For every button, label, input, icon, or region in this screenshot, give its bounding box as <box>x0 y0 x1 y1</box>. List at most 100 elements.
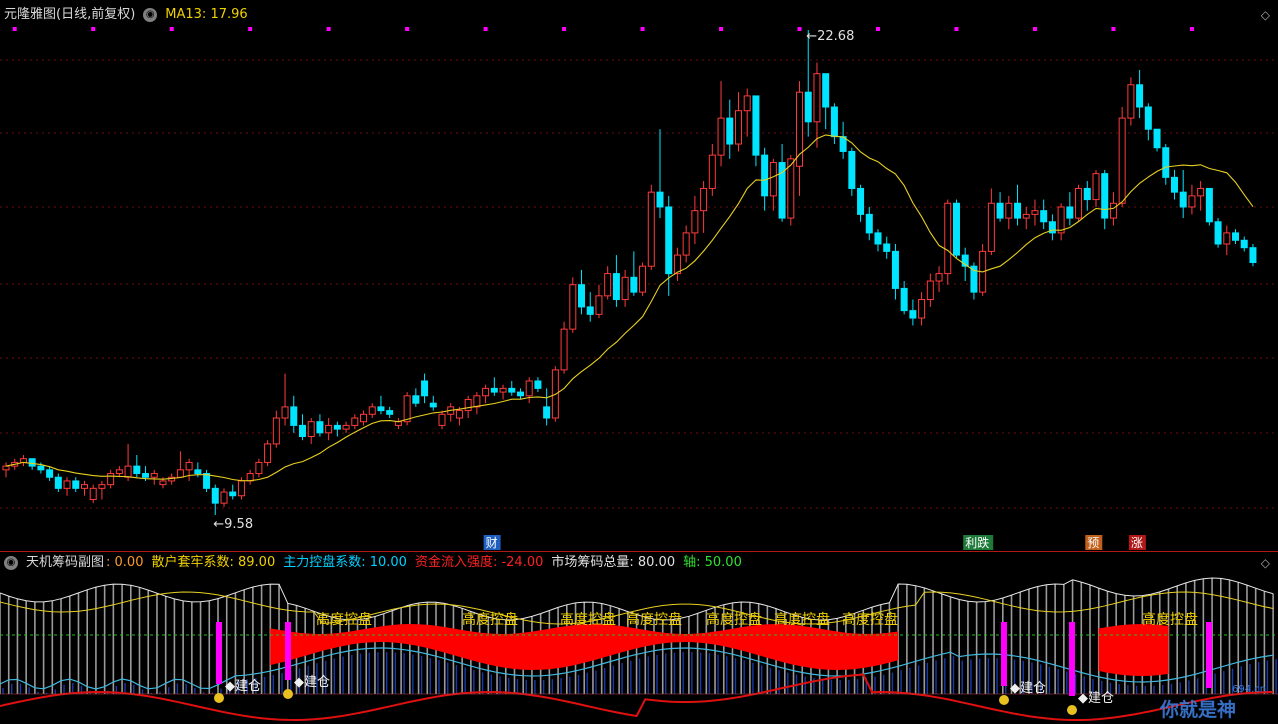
candle-body <box>665 206 673 275</box>
candle-body <box>516 391 524 397</box>
candle-body <box>743 95 751 112</box>
signal-marker <box>954 27 959 31</box>
candle-body <box>281 406 289 419</box>
candle-body <box>298 424 306 438</box>
candle-body <box>804 91 812 123</box>
candlestick-chart: ←22.68 ←9.58 财 利跌 预 涨 <box>0 27 1278 550</box>
candle-body <box>604 273 612 297</box>
collapse-icon[interactable]: ◇ <box>1261 8 1270 22</box>
candle-body <box>639 265 647 293</box>
indicator-item2: 主力控盘系数: 10.00 <box>283 555 407 570</box>
candle-body <box>351 417 359 426</box>
candle-body <box>63 480 71 489</box>
candle-body <box>1022 213 1030 219</box>
candle-body <box>46 469 54 478</box>
candle-body <box>1014 202 1022 219</box>
candle-body <box>1188 195 1196 208</box>
candle-body <box>368 406 376 415</box>
settings-icon[interactable]: ◉ <box>143 7 158 22</box>
watermark-text: 你就是神 <box>1159 698 1236 721</box>
candle-body <box>682 232 690 256</box>
candle-body <box>543 406 551 419</box>
build-bar <box>216 622 222 684</box>
build-label: ◆建仓 <box>225 679 261 694</box>
candle-body <box>830 106 838 138</box>
price-grid <box>0 59 1278 509</box>
control-label: 高度控盘 <box>560 611 616 628</box>
indicator-item3: 资金流入强度: -24.00 <box>414 555 544 570</box>
candle-body <box>1040 210 1048 223</box>
candle-body <box>987 202 995 252</box>
candle-body <box>115 469 123 475</box>
chart-title: 元隆雅图(日线,前复权) <box>4 7 136 22</box>
candle-body <box>98 484 106 489</box>
candle-body <box>1057 206 1065 234</box>
candle-body <box>612 273 620 301</box>
candle-body <box>525 380 533 397</box>
candle-body <box>926 280 934 301</box>
candle-body <box>1153 128 1161 149</box>
build-label: ◆建仓 <box>1010 681 1046 696</box>
candle-body <box>220 491 228 504</box>
candle-body <box>1144 106 1152 130</box>
indicator-value0: : 0.00 <box>106 555 144 570</box>
candle-body <box>124 465 132 478</box>
indicator-settings-icon[interactable]: ◉ <box>4 555 18 570</box>
candle-body <box>89 487 97 500</box>
signal-marker <box>326 27 331 31</box>
candle-body <box>473 395 481 408</box>
ma-label: MA13: 17.96 <box>165 7 248 22</box>
panel-divider <box>0 551 1278 552</box>
candle-body <box>656 191 664 208</box>
candle-body <box>412 395 420 404</box>
candle-body <box>1127 84 1135 119</box>
candle-body <box>647 191 655 267</box>
candle-body <box>421 380 429 397</box>
signal-marker <box>1032 27 1037 31</box>
candle-body <box>176 469 184 478</box>
signal-marker <box>1189 27 1194 31</box>
control-label: 高度控盘 <box>774 611 830 628</box>
candle-body <box>883 243 891 252</box>
candle-body <box>952 202 960 256</box>
candle-body <box>1197 187 1205 197</box>
signal-marker <box>562 27 567 31</box>
candle-body <box>264 443 272 463</box>
candle-body <box>891 250 899 289</box>
build-bar <box>1206 622 1212 688</box>
candle-body <box>237 480 245 497</box>
coin-icon <box>999 695 1009 705</box>
signal-marker <box>12 27 17 31</box>
ma13-line <box>5 134 1254 482</box>
event-label: 财 <box>486 536 498 550</box>
candle-body <box>194 469 202 475</box>
candle-body <box>316 421 324 434</box>
candle-body <box>708 154 716 189</box>
candle-body <box>848 150 856 189</box>
candle-body <box>569 284 577 330</box>
candle-body <box>246 473 254 482</box>
candle-body <box>255 461 263 475</box>
indicator-collapse-icon[interactable]: ◇ <box>1261 556 1270 570</box>
candle-body <box>80 484 88 489</box>
signal-marker <box>640 27 645 31</box>
candle-body <box>1005 202 1013 219</box>
candle-body <box>621 276 629 301</box>
candle-body <box>586 306 594 315</box>
control-label: 高度控盘 <box>1142 611 1198 628</box>
control-label: 高度控盘 <box>706 611 762 628</box>
candle-body <box>1118 117 1126 204</box>
signal-marker <box>91 27 96 31</box>
candle-body <box>438 413 446 426</box>
coin-icon <box>1067 705 1077 715</box>
candle-body <box>944 202 952 275</box>
candle-body <box>403 395 411 423</box>
candle-body <box>508 387 516 393</box>
candle-body <box>386 410 394 415</box>
candle-body <box>229 491 237 497</box>
candle-body <box>37 465 45 471</box>
event-markers: 财 利跌 预 涨 <box>483 535 1146 550</box>
signal-marker <box>248 27 253 31</box>
candle-body <box>490 387 498 393</box>
control-label: 高度控盘 <box>842 611 898 628</box>
